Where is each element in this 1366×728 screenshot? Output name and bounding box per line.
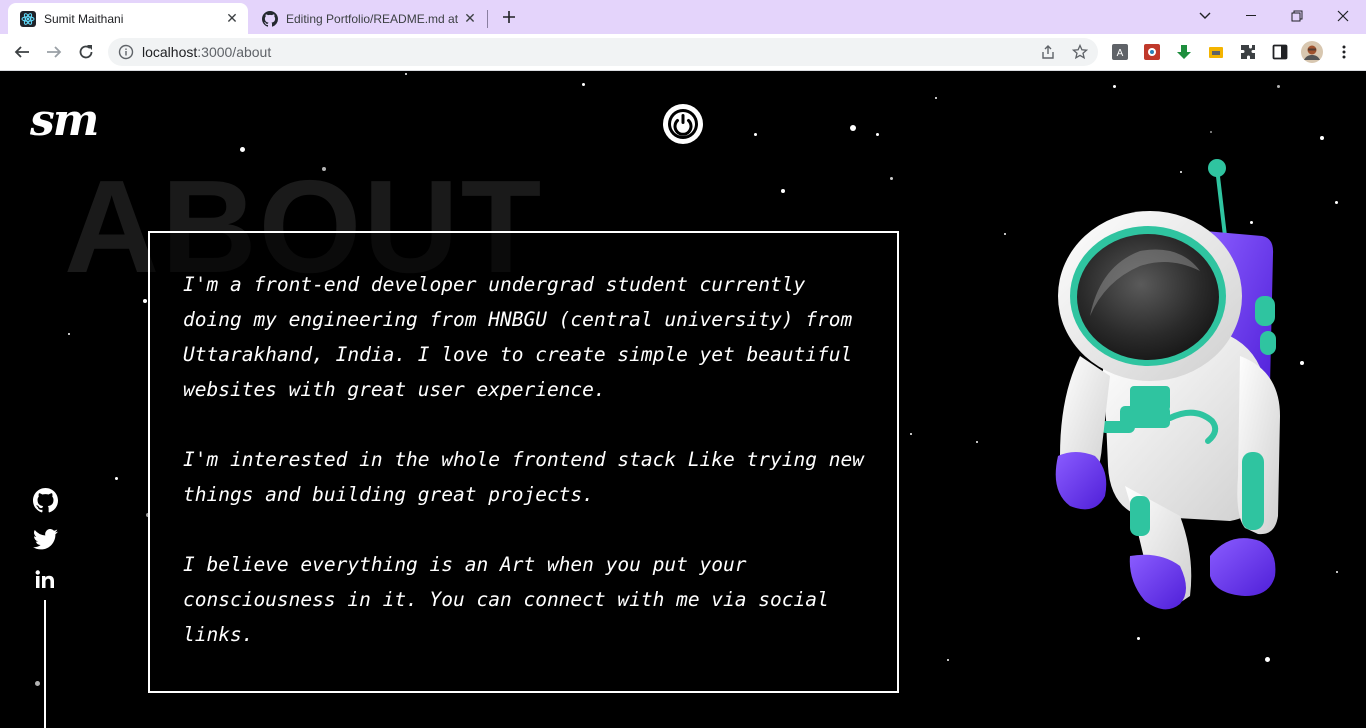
astronaut-illustration [1055, 159, 1280, 610]
tab-bar: Sumit Maithani ✕ Editing Portfolio/READM… [0, 0, 1366, 34]
color-picker-extension-icon[interactable] [1144, 44, 1160, 60]
react-icon [20, 10, 36, 27]
social-divider-line [44, 600, 46, 728]
tab-separator [487, 10, 488, 28]
twitter-link[interactable] [32, 526, 58, 552]
about-paragraph-1: I'm a front-end developer undergrad stud… [183, 273, 853, 401]
profile-avatar[interactable] [1301, 41, 1323, 63]
tab-search-icon[interactable] [1182, 0, 1228, 32]
url-text: localhost:3000/about [142, 44, 272, 60]
tab-title: Sumit Maithani [44, 11, 124, 26]
github-icon [262, 10, 278, 27]
tab-sumit-maithani[interactable]: Sumit Maithani ✕ [8, 3, 248, 34]
tab-title: Editing Portfolio/README.md at [286, 11, 459, 26]
info-icon[interactable] [118, 44, 134, 60]
minimize-button[interactable] [1228, 0, 1274, 32]
linkedin-link[interactable] [32, 566, 58, 592]
new-tab-button[interactable] [499, 7, 519, 27]
extensions-puzzle-icon[interactable] [1240, 44, 1256, 60]
close-tab-icon[interactable]: ✕ [224, 10, 240, 27]
site-logo[interactable]: sm [30, 99, 99, 143]
restore-button[interactable] [1274, 0, 1320, 32]
reload-button[interactable] [72, 38, 100, 66]
address-bar[interactable]: localhost:3000/about [108, 38, 1098, 66]
github-icon [32, 487, 58, 512]
github-link[interactable] [32, 487, 58, 513]
bookmark-star-icon[interactable] [1072, 44, 1088, 60]
power-home-icon[interactable] [662, 103, 704, 145]
back-button[interactable] [8, 38, 36, 66]
about-paragraph-3: I believe everything is an Art when you … [183, 553, 829, 646]
close-tab-icon[interactable]: ✕ [462, 10, 478, 27]
translate-extension-icon[interactable]: A [1112, 44, 1128, 60]
side-panel-icon[interactable] [1272, 44, 1288, 60]
browser-toolbar: localhost:3000/about A [0, 34, 1366, 71]
download-extension-icon[interactable] [1176, 44, 1192, 60]
close-window-button[interactable] [1320, 0, 1366, 32]
svg-text:A: A [1117, 48, 1124, 59]
page-viewport: sm ABOUT I'm a front-end developer under… [0, 71, 1366, 728]
about-text-box: I'm a front-end developer undergrad stud… [148, 231, 899, 693]
twitter-icon [32, 528, 58, 549]
share-icon[interactable] [1040, 44, 1056, 60]
folder-extension-icon[interactable] [1208, 44, 1224, 60]
tab-editing-readme[interactable]: Editing Portfolio/README.md at ✕ [250, 3, 486, 34]
forward-button[interactable] [40, 38, 68, 66]
chrome-menu-icon[interactable] [1336, 44, 1352, 60]
linkedin-icon [35, 570, 54, 588]
about-paragraph-2: I'm interested in the whole frontend sta… [183, 448, 864, 506]
